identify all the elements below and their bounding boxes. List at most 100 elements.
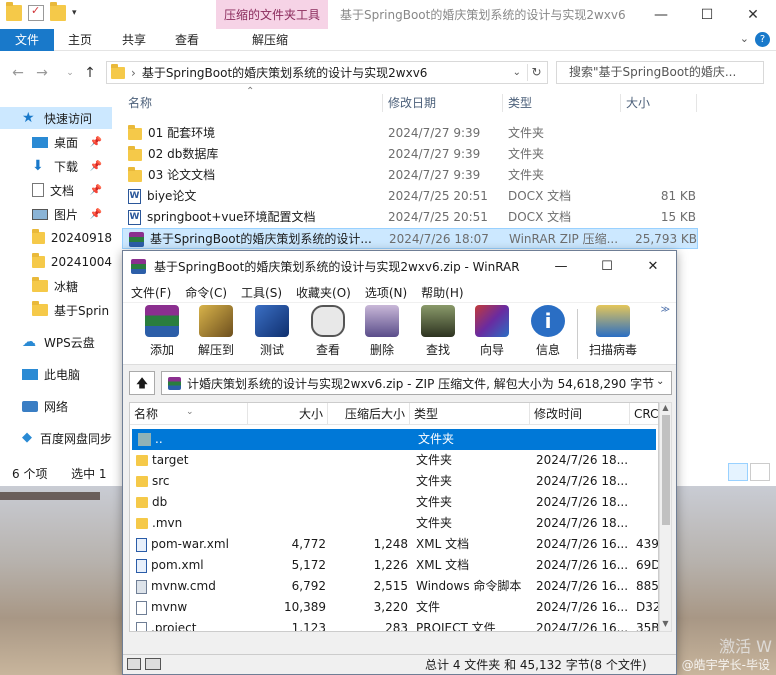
tab-file[interactable]: 文件: [0, 29, 54, 51]
menu-file[interactable]: 文件(F): [131, 284, 171, 301]
nav-item-network[interactable]: 网络: [0, 395, 112, 417]
menu-options[interactable]: 选项(N): [365, 284, 407, 301]
pin-icon[interactable]: 📌: [90, 209, 102, 220]
nav-item-documents[interactable]: 文档 📌: [0, 179, 112, 201]
archive-row[interactable]: mvnw 10,389 3,220 文件 2024/7/26 16... D32: [130, 597, 658, 618]
tab-extract[interactable]: 解压缩: [252, 29, 288, 51]
maximize-button[interactable]: ☐: [584, 251, 630, 282]
column-crc[interactable]: CRC: [630, 403, 658, 425]
column-packed-size[interactable]: 压缩后大小: [328, 403, 410, 425]
breadcrumb[interactable]: 基于SpringBoot的婚庆策划系统的设计与实现2wxv6: [142, 64, 428, 81]
nav-item-folder-20241004[interactable]: 20241004: [0, 251, 112, 273]
up-folder-button[interactable]: 🡅: [129, 371, 155, 395]
new-folder-icon[interactable]: [50, 2, 66, 21]
pin-icon[interactable]: 📌: [90, 161, 102, 172]
scroll-down-icon[interactable]: ▼: [660, 619, 671, 631]
scrollbar-thumb[interactable]: [662, 415, 670, 525]
file-row[interactable]: 03 论文文档 2024/7/27 9:39 文件夹: [122, 165, 698, 186]
drive-icon[interactable]: [127, 658, 141, 670]
minimize-button[interactable]: —: [538, 251, 584, 282]
find-button[interactable]: 查找: [415, 305, 461, 363]
address-dropdown-icon[interactable]: ⌄: [513, 67, 521, 78]
column-size[interactable]: 大小: [620, 92, 650, 114]
archive-row[interactable]: pom-war.xml 4,772 1,248 XML 文档 2024/7/26…: [130, 534, 658, 555]
file-row[interactable]: 02 db数据库 2024/7/27 9:39 文件夹: [122, 144, 698, 165]
close-button[interactable]: ✕: [730, 0, 776, 29]
extract-to-button[interactable]: 解压到: [193, 305, 239, 363]
pin-icon[interactable]: 📌: [90, 137, 102, 148]
nav-item-baidu-sync[interactable]: ◆ 百度网盘同步: [0, 427, 112, 449]
address-bar[interactable]: › 基于SpringBoot的婚庆策划系统的设计与实现2wxv6 ⌄ ↻: [106, 61, 548, 84]
nav-item-wps-cloud[interactable]: ☁ WPS云盘: [0, 331, 112, 353]
menu-help[interactable]: 帮助(H): [421, 284, 463, 301]
archive-row[interactable]: src 文件夹 2024/7/26 18...: [130, 471, 658, 492]
add-button[interactable]: 添加: [139, 305, 185, 363]
qat-dropdown-icon[interactable]: ▾: [72, 8, 77, 18]
test-button[interactable]: 测试: [249, 305, 295, 363]
archive-row[interactable]: .mvn 文件夹 2024/7/26 18...: [130, 513, 658, 534]
maximize-button[interactable]: ☐: [684, 0, 730, 29]
column-name[interactable]: 名称: [122, 92, 152, 114]
chevron-down-icon[interactable]: ⌄: [656, 376, 668, 387]
back-button[interactable]: ←: [8, 63, 28, 83]
chevron-down-icon[interactable]: ⌄: [740, 32, 749, 47]
archive-row[interactable]: target 文件夹 2024/7/26 18...: [130, 450, 658, 471]
pin-icon[interactable]: 📌: [90, 185, 102, 196]
file-row[interactable]: 01 配套环境 2024/7/27 9:39 文件夹: [122, 123, 698, 144]
nav-item-quick-access[interactable]: ★ 快速访问: [0, 107, 112, 129]
nav-item-this-pc[interactable]: 此电脑: [0, 363, 112, 385]
archive-row[interactable]: mvnw.cmd 6,792 2,515 Windows 命令脚本 2024/7…: [130, 576, 658, 597]
scan-virus-button[interactable]: 扫描病毒: [587, 305, 639, 363]
minimize-button[interactable]: —: [638, 0, 684, 29]
toolbar-overflow-icon[interactable]: ≫: [661, 305, 670, 315]
column-name[interactable]: 名称: [130, 403, 248, 425]
delete-button[interactable]: 删除: [359, 305, 405, 363]
file-row[interactable]: Wbiye论文 2024/7/25 20:51 DOCX 文档 81 KB: [122, 186, 698, 207]
refresh-icon[interactable]: ↻: [527, 64, 545, 81]
close-button[interactable]: ✕: [630, 251, 676, 282]
menu-commands[interactable]: 命令(C): [185, 284, 227, 301]
nav-item-downloads[interactable]: ⬇ 下载 📌: [0, 155, 112, 177]
scroll-up-icon[interactable]: ▲: [660, 403, 671, 415]
file-row[interactable]: Wspringboot+vue环境配置文档 2024/7/25 20:51 DO…: [122, 207, 698, 228]
archive-row-selected[interactable]: .. 文件夹: [132, 429, 656, 450]
details-view-icon[interactable]: [728, 463, 748, 481]
recent-locations-button[interactable]: ⌄: [60, 63, 80, 83]
column-divider[interactable]: [696, 94, 697, 112]
key-icon[interactable]: [145, 658, 161, 670]
info-button[interactable]: i 信息: [525, 305, 571, 363]
nav-item-folder-springboot[interactable]: 基于Sprin: [0, 299, 112, 321]
column-modified[interactable]: 修改时间: [530, 403, 630, 425]
large-icons-view-icon[interactable]: [750, 463, 770, 481]
search-input[interactable]: 搜索"基于SpringBoot的婚庆...: [556, 61, 764, 84]
wizard-button[interactable]: 向导: [469, 305, 515, 363]
tab-share[interactable]: 共享: [122, 29, 146, 51]
archive-row[interactable]: pom.xml 5,172 1,226 XML 文档 2024/7/26 16.…: [130, 555, 658, 576]
menu-tools[interactable]: 工具(S): [241, 284, 282, 301]
column-date[interactable]: 修改日期: [382, 92, 436, 114]
context-tab-compressed-folder-tools[interactable]: 压缩的文件夹工具: [216, 0, 328, 29]
view-button[interactable]: 查看: [305, 305, 351, 363]
nav-item-desktop[interactable]: 桌面 📌: [0, 131, 112, 153]
properties-icon[interactable]: ✓: [28, 4, 44, 21]
menu-favorites[interactable]: 收藏夹(O): [296, 284, 351, 301]
nav-item-label: 百度网盘同步: [39, 431, 112, 446]
nav-item-folder-bingtang[interactable]: 冰糖: [0, 275, 112, 297]
tab-home[interactable]: 主页: [68, 29, 92, 51]
forward-button[interactable]: →: [32, 63, 52, 83]
nav-item-folder-20240918[interactable]: 20240918: [0, 227, 112, 249]
up-button[interactable]: ↑: [80, 63, 100, 83]
folder-icon[interactable]: [6, 2, 22, 21]
archive-path-combo[interactable]: 计婚庆策划系统的设计与实现2wxv6.zip - ZIP 压缩文件, 解包大小为…: [161, 371, 672, 395]
column-type[interactable]: 类型: [410, 403, 530, 425]
column-size[interactable]: 大小: [248, 403, 328, 425]
nav-item-pictures[interactable]: 图片 📌: [0, 203, 112, 225]
archive-row[interactable]: .project 1,123 283 PROJECT 文件 2024/7/26 …: [130, 618, 658, 631]
column-type[interactable]: 类型: [502, 92, 532, 114]
file-row-selected[interactable]: 基于SpringBoot的婚庆策划系统的设计... 2024/7/26 18:0…: [122, 228, 698, 249]
vertical-scrollbar[interactable]: ▲ ▼: [659, 402, 672, 632]
help-icon[interactable]: ?: [755, 32, 770, 47]
tab-view[interactable]: 查看: [175, 29, 199, 51]
archive-item-packed: [330, 450, 408, 471]
archive-row[interactable]: db 文件夹 2024/7/26 18...: [130, 492, 658, 513]
